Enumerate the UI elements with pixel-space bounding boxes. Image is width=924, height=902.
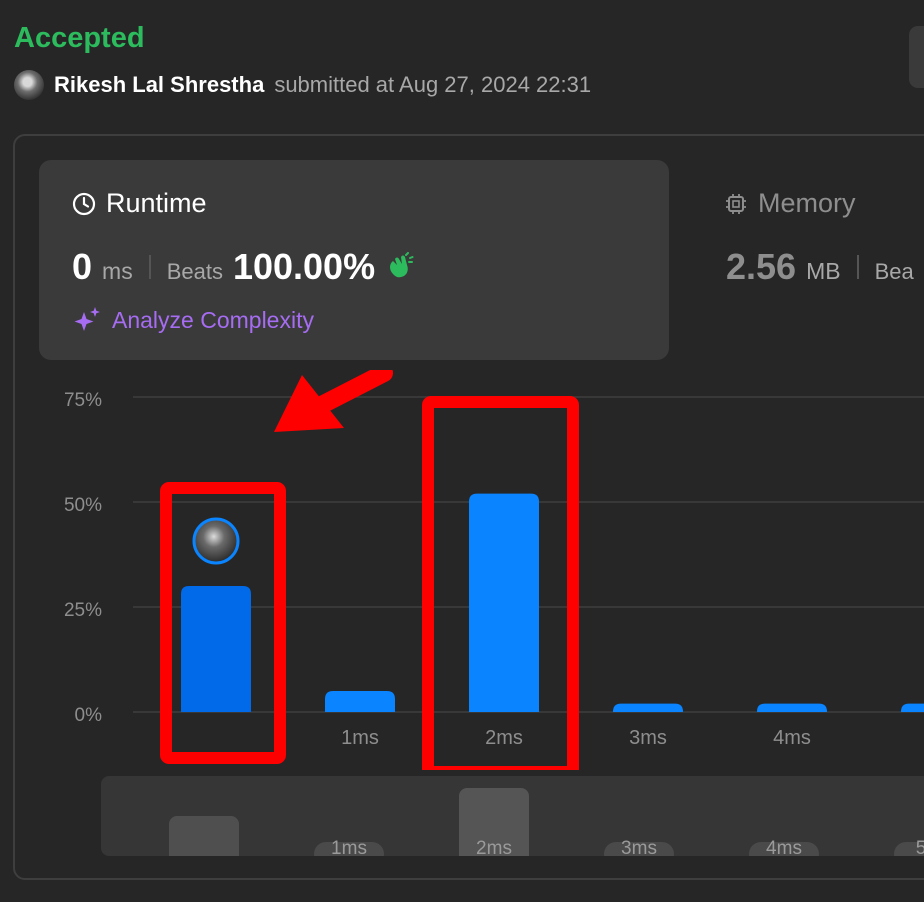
runtime-bar[interactable] [181,586,251,712]
x-tick-label: 1ms [341,727,379,749]
runtime-distribution-chart: 0%25%50%75% 1ms2ms3ms4ms5 [64,370,924,770]
memory-beats-label: Bea [874,259,914,284]
sparkle-icon [74,307,100,331]
runtime-title-label: Runtime [106,188,207,218]
runtime-beats-value: 100.00% [232,246,376,287]
x-tick-label: 4ms [773,727,811,749]
runtime-unit: ms [102,258,133,284]
overview-tick-label: 3ms [621,838,657,856]
runtime-bar[interactable] [901,703,924,712]
clapping-hands-icon [390,252,414,278]
overview-tick-label: 1ms [331,838,367,856]
overview-tick-label: 5m [916,838,924,856]
runtime-bar[interactable] [757,703,827,712]
stat-divider [856,255,859,279]
overview-tick-label: 4ms [766,838,802,856]
y-tick-label: 0% [75,705,103,726]
runtime-bar[interactable] [325,691,395,712]
y-tick-label: 75% [64,390,102,411]
runtime-bar[interactable] [469,493,539,712]
clock-icon [72,192,96,215]
submitter-line: Rikesh Lal Shrestha submitted at Aug 27,… [14,70,591,100]
memory-title-label: Memory [758,188,856,218]
stat-divider [148,255,151,279]
status-accepted: Accepted [14,22,145,54]
overview-bar [169,816,239,856]
runtime-title: Runtime [72,188,207,219]
chip-icon [726,193,746,214]
overview-tick-label: 2ms [476,838,512,856]
top-right-button[interactable] [909,26,924,88]
memory-value: 2.56 [726,246,797,287]
runtime-value: 0 [72,246,93,287]
x-tick-label: 3ms [629,727,667,749]
memory-tab[interactable]: Memory [724,188,856,219]
y-tick-label: 50% [64,495,102,516]
analyze-complexity-button[interactable]: Analyze Complexity [72,306,314,334]
chart-overview-scrubber[interactable]: 1ms 2ms 3ms 4ms 5m [101,776,924,856]
memory-stats: 2.56 MB Bea [726,246,914,288]
user-position-avatar[interactable] [192,517,240,565]
runtime-beats-label: Beats [166,259,223,284]
runtime-stats: 0 ms Beats 100.00% [72,246,415,288]
user-avatar[interactable] [14,70,44,100]
runtime-bar[interactable] [613,703,683,712]
submitted-time: submitted at Aug 27, 2024 22:31 [274,72,592,97]
x-tick-label: 2ms [485,727,523,749]
user-name-link[interactable]: Rikesh Lal Shrestha [54,72,264,98]
analyze-complexity-label: Analyze Complexity [112,306,314,333]
y-tick-label: 25% [64,600,102,621]
memory-unit: MB [806,258,841,284]
